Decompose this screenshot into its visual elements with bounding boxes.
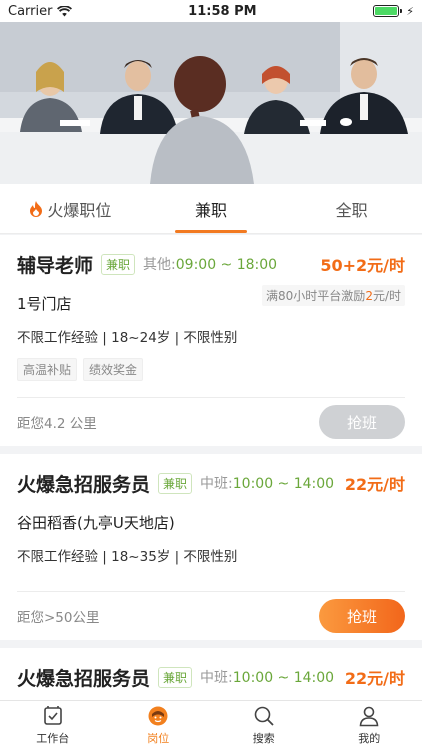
tabbar-label: 搜索 <box>252 732 275 745</box>
shift-info: 其他:09:00 ~ 18:00 <box>143 254 277 274</box>
bonus-suffix: 元/时 <box>372 289 401 303</box>
job-title: 火爆急招服务员 <box>17 667 151 690</box>
shift-label: 中班: <box>200 670 233 686</box>
distance-label: 距您>50公里 <box>17 610 100 626</box>
job-type-badge: 兼职 <box>101 253 136 275</box>
position-icon <box>147 705 169 727</box>
tabbar-item-search[interactable]: 搜索 <box>211 701 317 750</box>
job-type-badge: 兼职 <box>158 666 193 688</box>
job-header-row: 火爆急招服务员 兼职 中班:10:00 ~ 14:00 22元/时 <box>17 648 405 700</box>
bottom-tab-bar: 工作台 岗位 搜索 我的 <box>0 700 422 750</box>
benefit-tags: 高温补贴 绩效奖金 <box>17 358 405 381</box>
status-right: ⚡ <box>373 5 414 18</box>
flame-icon <box>29 200 43 217</box>
tab-full-time-label: 全职 <box>335 200 368 220</box>
job-requirements: 不限工作经验 | 18~35岁 | 不限性别 <box>17 549 238 565</box>
bonus-prefix: 满80小时平台激励 <box>266 289 366 303</box>
shift-info: 中班:10:00 ~ 14:00 <box>200 667 334 687</box>
tabbar-item-workbench[interactable]: 工作台 <box>0 701 106 750</box>
search-icon <box>253 705 275 727</box>
tabbar-label: 岗位 <box>147 732 170 745</box>
job-title: 火爆急招服务员 <box>17 473 151 496</box>
job-category-tabs: 火爆职位 兼职 全职 <box>0 184 422 234</box>
job-requirements: 不限工作经验 | 18~24岁 | 不限性别 <box>17 330 238 346</box>
job-title: 辅导老师 <box>17 254 94 277</box>
job-header-row: 辅导老师 兼职 其他:09:00 ~ 18:00 50+2元/时 <box>17 235 405 291</box>
tab-full-time[interactable]: 全职 <box>281 184 422 233</box>
benefit-tag: 绩效奖金 <box>83 358 144 381</box>
shift-time: 10:00 ~ 14:00 <box>232 670 335 686</box>
bonus-amount: 2 <box>365 289 373 303</box>
job-footer-row: 距您>50公里 抢班 <box>17 592 405 640</box>
profile-icon <box>358 705 380 727</box>
grab-shift-button[interactable]: 抢班 <box>319 405 405 439</box>
job-card[interactable]: 辅导老师 兼职 其他:09:00 ~ 18:00 50+2元/时 满80小时平台… <box>0 235 422 446</box>
wifi-icon <box>57 6 73 17</box>
shift-time: 10:00 ~ 14:00 <box>232 476 335 492</box>
job-card[interactable]: 火爆急招服务员 兼职 中班:10:00 ~ 14:00 22元/时 谷田稻香(九… <box>0 454 422 640</box>
benefit-tag: 高温补贴 <box>17 358 78 381</box>
status-left: Carrier <box>8 3 73 19</box>
carrier-label: Carrier <box>8 3 53 19</box>
tab-part-time[interactable]: 兼职 <box>141 184 282 233</box>
store-name: 谷田稻香(九亭U天地店) <box>17 514 175 532</box>
shift-label: 中班: <box>200 476 233 492</box>
grab-shift-button[interactable]: 抢班 <box>319 599 405 633</box>
shift-time: 09:00 ~ 18:00 <box>175 257 278 273</box>
tab-part-time-label: 兼职 <box>195 200 228 220</box>
shift-info: 中班:10:00 ~ 14:00 <box>200 473 334 493</box>
job-header-row: 火爆急招服务员 兼职 中班:10:00 ~ 14:00 22元/时 <box>17 454 405 510</box>
banner-image[interactable] <box>0 22 422 184</box>
workbench-icon <box>42 705 64 727</box>
pay-rate: 50+2元/时 <box>320 256 405 275</box>
pay-rate: 22元/时 <box>344 669 405 688</box>
tabbar-label: 工作台 <box>36 732 70 745</box>
tabbar-item-profile[interactable]: 我的 <box>317 701 422 750</box>
tab-hot-jobs[interactable]: 火爆职位 <box>0 184 141 233</box>
status-bar: Carrier 11:58 PM ⚡ <box>0 0 422 22</box>
distance-label: 距您4.2 公里 <box>17 416 97 432</box>
tab-hot-jobs-label: 火爆职位 <box>47 200 112 220</box>
shift-label: 其他: <box>143 257 176 273</box>
battery-icon <box>373 5 403 17</box>
pay-rate: 22元/时 <box>344 475 405 494</box>
bonus-note: 满80小时平台激励2元/时 <box>262 285 405 306</box>
job-card[interactable]: 火爆急招服务员 兼职 中班:10:00 ~ 14:00 22元/时 <box>0 648 422 700</box>
clock: 11:58 PM <box>188 3 257 19</box>
tabbar-label: 我的 <box>358 732 381 745</box>
tabbar-item-position[interactable]: 岗位 <box>106 701 212 750</box>
job-type-badge: 兼职 <box>158 472 193 494</box>
job-footer-row: 距您4.2 公里 抢班 <box>17 398 405 446</box>
job-list[interactable]: 辅导老师 兼职 其他:09:00 ~ 18:00 50+2元/时 满80小时平台… <box>0 235 422 700</box>
charging-icon: ⚡ <box>406 4 414 18</box>
